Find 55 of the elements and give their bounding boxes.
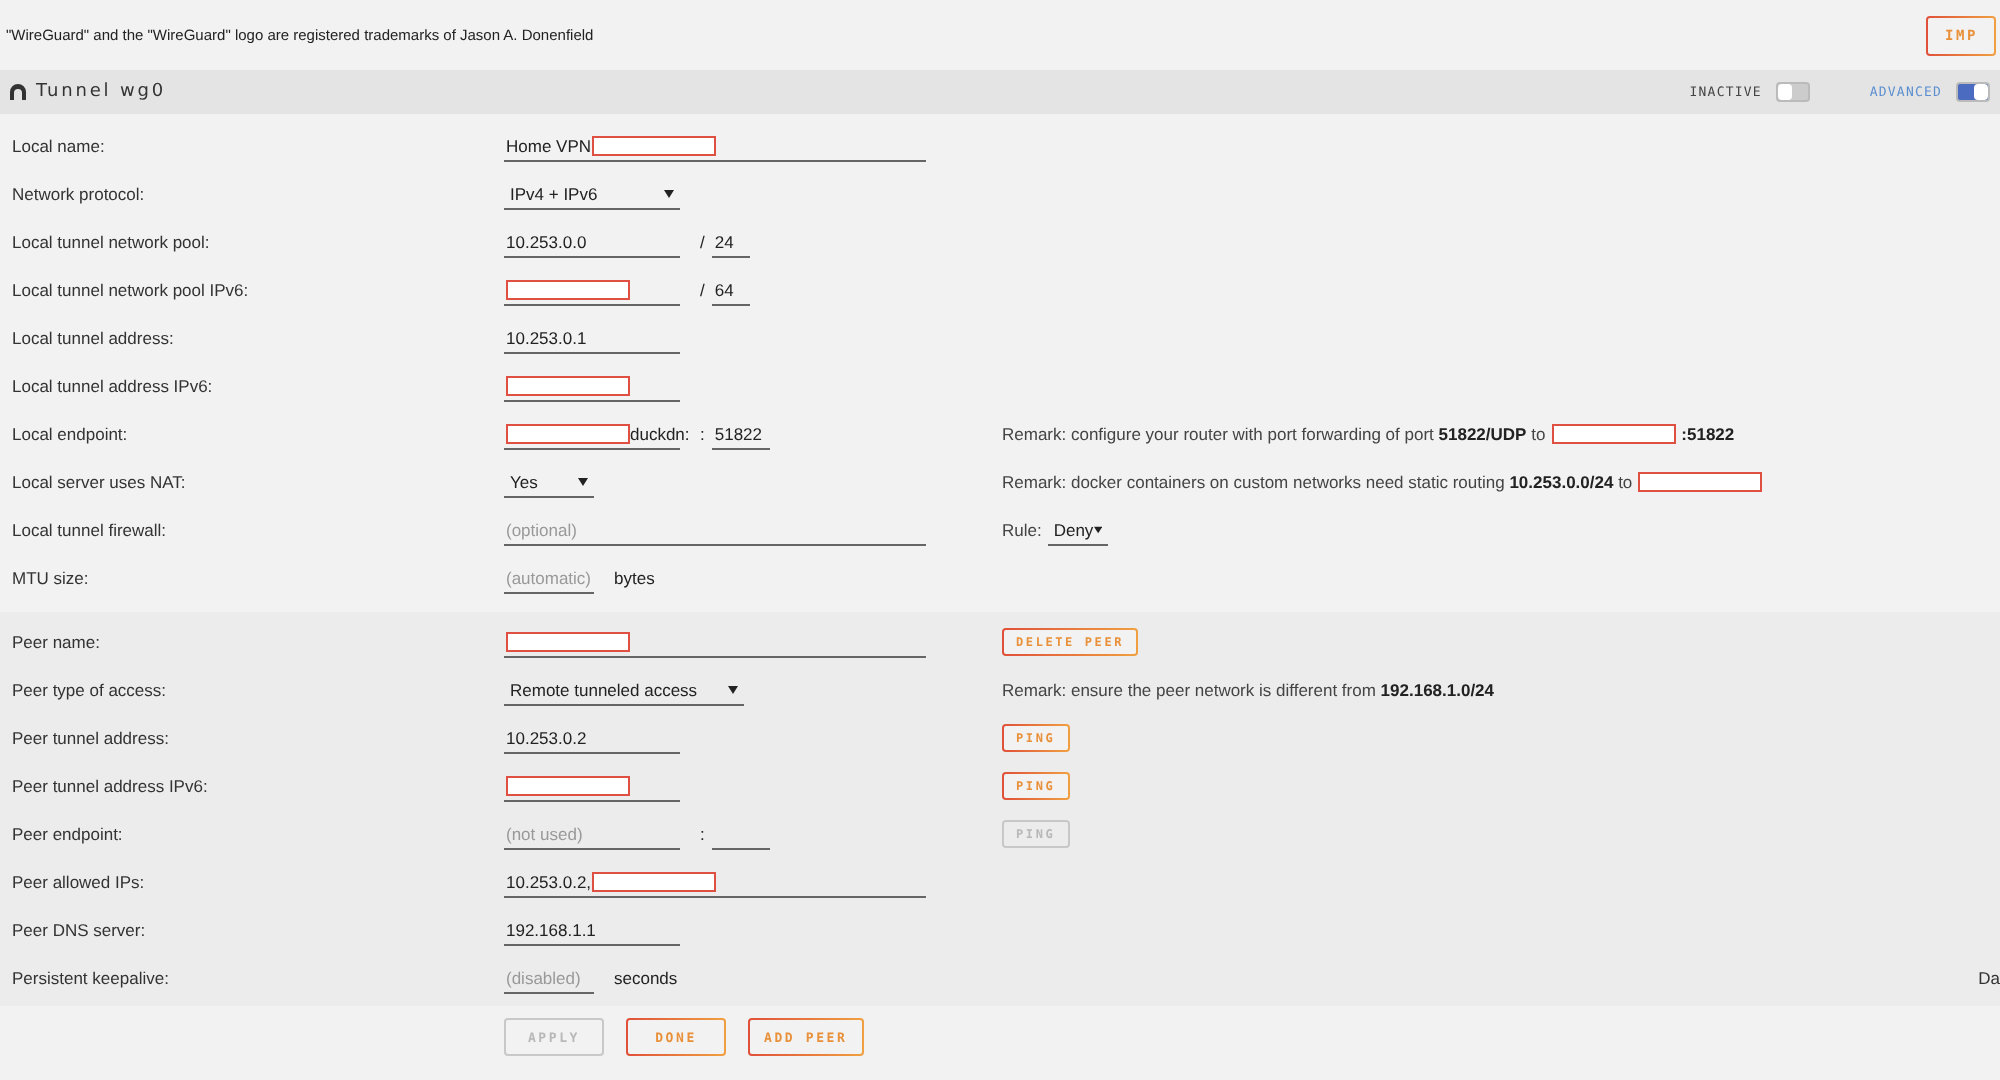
text-field[interactable]: 10.253.0.2, [504, 867, 926, 897]
text-field[interactable] [504, 627, 926, 657]
field-text: bytes [614, 568, 655, 588]
field-label: Network protocol: [10, 184, 147, 204]
field-label: Local server uses NAT: [10, 472, 188, 492]
toggle-switch[interactable] [1775, 82, 1810, 102]
field-label: Local tunnel network pool: [10, 232, 212, 252]
field-label: Local tunnel address: [10, 328, 176, 348]
field-text: / [700, 280, 705, 300]
text-field[interactable] [504, 771, 680, 801]
field-label: Peer allowed IPs: [10, 872, 147, 892]
field-label: MTU size: [10, 568, 91, 588]
dropdown[interactable]: Yes [504, 467, 594, 497]
field-label: Persistent keepalive: [10, 968, 171, 988]
remark-text: Remark: docker containers on custom networks need static routing 10.253.0.0/24 to [1002, 472, 1633, 492]
dropdown[interactable]: IPv4 + IPv6 [504, 179, 680, 209]
field-label: Local tunnel firewall: [10, 520, 169, 540]
caret-icon [664, 189, 674, 197]
field-text: : [700, 424, 705, 444]
field-text: : [700, 824, 705, 844]
remark-text: :51822 [1681, 424, 1735, 444]
text-field[interactable] [504, 371, 680, 401]
field-label: Peer endpoint: [10, 824, 125, 844]
field-label: Local tunnel address IPv6: [10, 376, 215, 396]
caret-icon [728, 685, 738, 693]
field-label: Local tunnel network pool IPv6: [10, 280, 251, 300]
dropdown[interactable]: Remote tunneled access [504, 675, 744, 705]
field-text: seconds [614, 968, 678, 988]
text-field[interactable]: 10.253.0.1 [504, 323, 680, 353]
tunnel-icon [10, 84, 26, 100]
field-label: Peer type of access: [10, 680, 169, 700]
text-field[interactable]: 10.253.0.2 [504, 723, 680, 753]
remark-text: Remark: ensure the peer network is different from 192.168.1.0/24 [1002, 680, 1495, 700]
field-label: Peer tunnel address IPv6: [10, 776, 210, 796]
caret-icon [1093, 525, 1102, 533]
dropdown[interactable]: Deny [1047, 515, 1108, 545]
field-label: Local name: [10, 136, 107, 156]
text-field[interactable]: 24 [712, 227, 751, 257]
field-label: Local endpoint: [10, 424, 130, 444]
text-field[interactable]: Home VPN [504, 131, 926, 161]
caret-icon [578, 477, 588, 485]
field-label: Peer DNS server: [10, 920, 148, 940]
text-field[interactable]: 51822 [712, 419, 771, 449]
toggle-switch[interactable] [1956, 82, 1990, 102]
rule-label: Rule: [1002, 520, 1042, 540]
text-field[interactable]: 192.168.1.1 [504, 915, 680, 945]
field-label: Peer tunnel address: [10, 728, 171, 748]
field-text: / [700, 232, 705, 252]
remark-text: Remark: configure your router with port forwarding of port 51822/UDP to [1002, 424, 1546, 444]
text-field[interactable]: 10.253.0.0 [504, 227, 680, 257]
cut-off-text: Da [1978, 968, 2000, 988]
tunnel-title: Tunnel wg0 [36, 82, 168, 102]
field-label: Peer name: [10, 632, 102, 652]
text-field[interactable]: 64 [712, 275, 751, 305]
text-field[interactable] [504, 275, 680, 305]
